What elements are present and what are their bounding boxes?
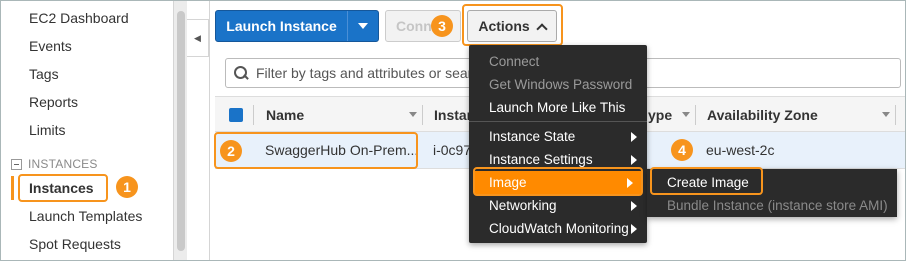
sort-icon[interactable] — [682, 112, 690, 117]
sidebar-item-ec2-dashboard[interactable]: EC2 Dashboard — [29, 10, 129, 26]
chevron-right-icon — [631, 201, 637, 211]
menu-item-cloudwatch-monitoring[interactable]: CloudWatch Monitoring — [469, 217, 647, 240]
highlight-image — [473, 167, 643, 196]
step-badge-4: 4 — [671, 139, 693, 161]
column-separator — [422, 105, 423, 125]
chevron-right-icon — [631, 132, 637, 142]
launch-options-dropdown[interactable] — [348, 11, 378, 41]
row-instance-id-cell[interactable]: i-0c97 — [433, 132, 471, 168]
step-badge-2: 2 — [220, 140, 242, 162]
column-header-instance-type[interactable]: ype — [648, 97, 672, 133]
menu-item-networking[interactable]: Networking — [469, 194, 647, 217]
sort-icon[interactable] — [882, 112, 890, 117]
menu-item-get-windows-password[interactable]: Get Windows Password — [469, 73, 647, 96]
highlight-create-image — [650, 167, 763, 195]
column-separator — [895, 105, 896, 125]
step-badge-1: 1 — [116, 176, 138, 198]
chevron-left-icon: ◀ — [194, 32, 201, 43]
highlight-row — [214, 132, 418, 169]
chevron-right-icon — [631, 224, 637, 234]
collapse-sidebar-handle[interactable]: ◀ — [187, 19, 209, 57]
row-availability-zone-cell: eu-west-2c — [706, 142, 775, 158]
menu-item-connect[interactable]: Connect — [469, 50, 647, 73]
divider — [209, 1, 210, 260]
menu-separator — [469, 121, 647, 122]
sidebar-item-tags[interactable]: Tags — [29, 66, 59, 82]
sidebar-item-launch-templates[interactable]: Launch Templates — [29, 208, 142, 224]
menu-item-label: Networking — [489, 198, 557, 213]
scrollbar-thumb[interactable] — [177, 11, 185, 251]
sidebar-item-reports[interactable]: Reports — [29, 94, 78, 110]
sort-icon[interactable] — [409, 112, 417, 117]
sidebar-item-limits[interactable]: Limits — [29, 122, 66, 138]
submenu-item-bundle-instance[interactable]: Bundle Instance (instance store AMI) — [647, 194, 897, 217]
menu-item-instance-state[interactable]: Instance State — [469, 125, 647, 148]
search-icon — [234, 66, 248, 80]
chevron-right-icon — [631, 155, 637, 165]
select-all-checkbox[interactable] — [229, 108, 243, 122]
sidebar-item-spot-requests[interactable]: Spot Requests — [29, 236, 121, 252]
menu-item-launch-more-like-this[interactable]: Launch More Like This — [469, 96, 647, 119]
column-header-name[interactable]: Name — [266, 97, 304, 133]
caret-down-icon — [358, 23, 368, 29]
sidebar-scrollbar[interactable] — [173, 1, 187, 260]
ec2-console: EC2 Dashboard Events Tags Reports Limits… — [0, 0, 906, 261]
sidebar: EC2 Dashboard Events Tags Reports Limits… — [1, 1, 173, 260]
highlight-actions — [462, 4, 563, 46]
highlight-instances — [18, 174, 108, 202]
column-header-availability-zone[interactable]: Availability Zone — [707, 97, 818, 133]
menu-item-label: Instance Settings — [489, 152, 593, 167]
menu-item-label: Instance State — [489, 129, 576, 144]
sidebar-item-events[interactable]: Events — [29, 38, 72, 54]
step-badge-3: 3 — [431, 15, 453, 37]
menu-item-label: CloudWatch Monitoring — [489, 221, 629, 236]
collapse-icon[interactable] — [11, 158, 22, 170]
column-separator — [253, 105, 254, 125]
launch-instance-label[interactable]: Launch Instance — [216, 11, 348, 41]
column-separator — [695, 105, 696, 125]
launch-instance-button[interactable]: Launch Instance — [215, 10, 379, 42]
sidebar-section-instances[interactable]: INSTANCES — [11, 157, 98, 171]
actions-menu: Connect Get Windows Password Launch More… — [469, 45, 647, 243]
active-indicator — [11, 176, 14, 200]
sidebar-section-title: INSTANCES — [28, 157, 98, 171]
